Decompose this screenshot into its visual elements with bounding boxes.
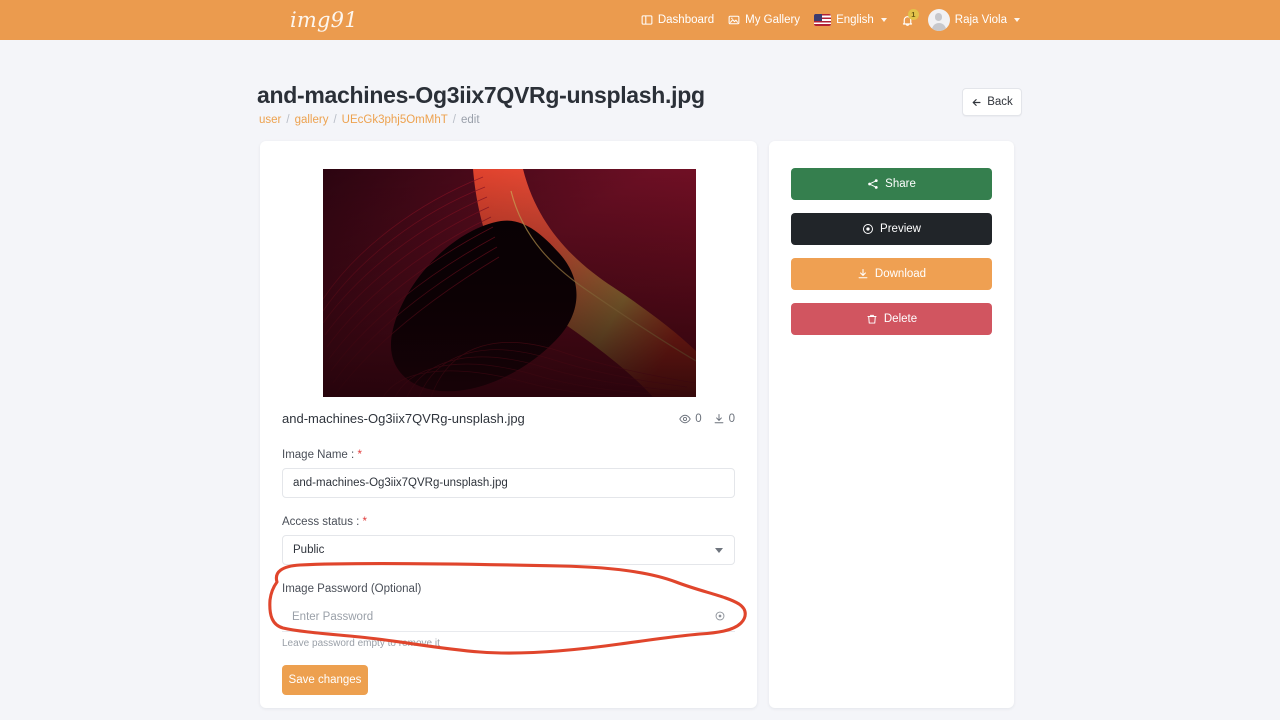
image-password-group: Image Password (Optional) Leave password… (282, 583, 735, 649)
image-password-label: Image Password (Optional) (282, 583, 422, 595)
image-edit-card: and-machines-Og3iix7QVRg-unsplash.jpg 0 (260, 141, 757, 708)
share-button[interactable]: Share (791, 168, 992, 200)
download-count-value: 0 (728, 412, 735, 425)
user-name-label: Raja Viola (954, 14, 1007, 26)
download-icon (714, 413, 723, 423)
avatar (927, 9, 950, 31)
top-navbar: img91 Dashboard My Gallery English 1 Raj… (0, 0, 1280, 40)
trash-icon (867, 314, 877, 324)
required-mark: * (357, 449, 362, 461)
breadcrumb-separator: / (333, 114, 337, 126)
access-status-value: Public (293, 544, 325, 556)
share-icon (868, 179, 878, 189)
notification-badge: 1 (907, 8, 919, 20)
download-icon (858, 268, 868, 279)
view-count: 0 (679, 412, 702, 425)
password-input[interactable] (282, 602, 735, 632)
language-label: English (836, 14, 874, 26)
back-button[interactable]: Back (962, 88, 1022, 116)
password-help-text: Leave password empty to remove it (282, 638, 440, 649)
view-count-value: 0 (695, 412, 702, 425)
image-preview[interactable] (323, 169, 696, 397)
arrow-left-icon (972, 98, 981, 106)
eye-icon (715, 611, 725, 621)
delete-button[interactable]: Delete (791, 303, 992, 335)
required-mark: * (362, 516, 368, 528)
image-name-label-text: Image Name : (282, 449, 355, 461)
nav-item-my-gallery[interactable]: My Gallery (728, 14, 800, 26)
password-visibility-toggle-icon[interactable] (714, 610, 726, 626)
delete-button-label: Delete (883, 313, 918, 325)
back-button-label: Back (987, 96, 1013, 108)
preview-button-label: Preview (880, 223, 921, 235)
nav-item-dashboard[interactable]: Dashboard (641, 14, 714, 26)
breadcrumb-item-user[interactable]: user (259, 114, 281, 126)
chevron-down-icon (1014, 18, 1020, 22)
language-selector[interactable]: English (814, 14, 887, 26)
preview-button[interactable]: Preview (791, 213, 992, 245)
page-content: and-machines-Og3iix7QVRg-unsplash.jpg 0 (0, 141, 1280, 711)
notifications-button[interactable]: 1 (901, 8, 919, 27)
access-status-select[interactable]: Public (282, 535, 735, 565)
breadcrumb-item-edit: edit (460, 114, 480, 126)
share-button-label: Share (885, 178, 916, 190)
preview-artwork (323, 169, 696, 397)
download-button-label: Download (874, 268, 927, 280)
password-field-wrapper (282, 602, 735, 632)
brand-logo[interactable]: img91 (290, 8, 358, 32)
download-count: 0 (713, 413, 735, 425)
dashboard-icon (641, 14, 653, 26)
gallery-icon (728, 14, 740, 26)
image-name-value: and-machines-Og3iix7QVRg-unsplash.jpg (293, 477, 508, 489)
breadcrumb-separator: / (452, 114, 456, 126)
eye-icon (679, 414, 691, 423)
access-status-label-text: Access status : (282, 516, 360, 528)
eye-circle-icon (863, 224, 874, 234)
breadcrumb-item-id[interactable]: UEcGk3phj5OmMhT (342, 114, 448, 126)
file-meta-row: and-machines-Og3iix7QVRg-unsplash.jpg 0 (282, 411, 735, 426)
nav-item-my-gallery-label: My Gallery (745, 14, 801, 26)
page-title: and-machines-Og3iix7QVRg-unsplash.jpg (257, 82, 705, 108)
bell-icon: 1 (901, 8, 919, 27)
us-flag-icon (814, 14, 832, 26)
action-buttons: Share Preview Download Delete (791, 168, 992, 335)
image-name-input[interactable]: and-machines-Og3iix7QVRg-unsplash.jpg (282, 468, 735, 498)
save-changes-button[interactable]: Save changes (282, 665, 368, 695)
user-menu[interactable]: Raja Viola (927, 9, 1020, 31)
breadcrumb-separator: / (286, 114, 290, 126)
nav-item-dashboard-label: Dashboard (657, 14, 715, 26)
breadcrumb: user / gallery / UEcGk3phj5OmMhT / edit (259, 114, 480, 126)
file-stats: 0 0 (679, 413, 735, 425)
image-name-label: Image Name : * (282, 449, 735, 461)
actions-card: Share Preview Download Delete (769, 141, 1014, 708)
access-status-group: Access status : * Public (282, 516, 735, 565)
image-name-group: Image Name : * and-machines-Og3iix7QVRg-… (282, 449, 735, 498)
breadcrumb-item-gallery[interactable]: gallery (295, 114, 329, 126)
access-status-label: Access status : * (282, 516, 735, 528)
image-edit-form: Image Name : * and-machines-Og3iix7QVRg-… (282, 449, 735, 695)
navbar-right-group: Dashboard My Gallery English 1 Raja Viol… (641, 0, 1020, 40)
chevron-down-icon (715, 548, 723, 553)
download-button[interactable]: Download (791, 258, 992, 290)
page-header: and-machines-Og3iix7QVRg-unsplash.jpg us… (0, 40, 1280, 140)
chevron-down-icon (880, 18, 887, 22)
file-name-label: and-machines-Og3iix7QVRg-unsplash.jpg (282, 411, 525, 426)
